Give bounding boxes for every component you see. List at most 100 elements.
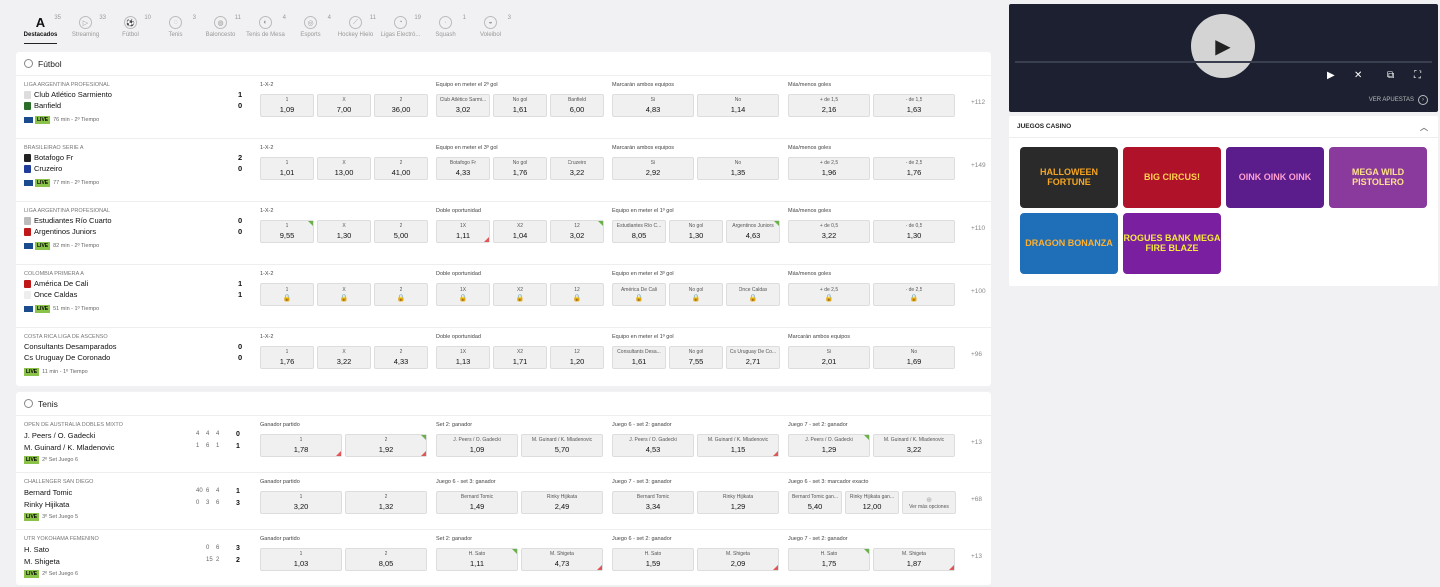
odds-button[interactable]: 12 🔒 bbox=[550, 283, 604, 306]
sport-tab-hockey-hielo[interactable]: ⟋ Hockey Hielo 11 bbox=[333, 0, 378, 48]
more-markets-link[interactable]: +13 bbox=[971, 439, 982, 446]
odds-button[interactable]: + de 2,5 🔒 bbox=[788, 283, 870, 306]
odds-button[interactable]: M. Guinard / K. Mladenovic 1,15 bbox=[697, 434, 779, 457]
mute-icon[interactable]: ✕ bbox=[1354, 70, 1362, 81]
odds-button[interactable]: Rinky Hijikata 2,49 bbox=[521, 491, 603, 514]
odds-button[interactable]: No gol 1,61 bbox=[493, 94, 547, 117]
casino-game-tile[interactable]: DRAGON BONANZA bbox=[1020, 213, 1118, 274]
player-1[interactable]: J. Peers / O. Gadecki bbox=[24, 431, 95, 440]
video-progress-bar[interactable] bbox=[1015, 61, 1432, 63]
odds-button[interactable]: X 7,00 bbox=[317, 94, 371, 117]
sport-tab-streaming[interactable]: ▷ Streaming 33 bbox=[63, 0, 108, 48]
odds-button[interactable]: M. Shigeta 4,73 bbox=[521, 548, 603, 571]
odds-button[interactable]: M. Shigeta 1,87 bbox=[873, 548, 955, 571]
odds-button[interactable]: 1 🔒 bbox=[260, 283, 314, 306]
chevron-up-icon[interactable]: ︿ bbox=[1420, 122, 1428, 133]
odds-button[interactable]: M. Guinard / K. Mladenovic 5,70 bbox=[521, 434, 603, 457]
away-team[interactable]: Banfield bbox=[24, 101, 61, 110]
odds-button[interactable]: 2 🔒 bbox=[374, 283, 428, 306]
odds-button[interactable]: 2 36,00 bbox=[374, 94, 428, 117]
odds-button[interactable]: X2 🔒 bbox=[493, 283, 547, 306]
odds-button[interactable]: Cruzeiro 3,22 bbox=[550, 157, 604, 180]
odds-button[interactable]: 2 1,32 bbox=[345, 491, 427, 514]
odds-button[interactable]: No gol 7,55 bbox=[669, 346, 723, 369]
odds-button[interactable]: J. Peers / O. Gadecki 4,53 bbox=[612, 434, 694, 457]
odds-button[interactable]: + de 2,5 1,96 bbox=[788, 157, 870, 180]
odds-button[interactable]: - de 1,5 1,63 bbox=[873, 94, 955, 117]
sport-tab-tenis[interactable]: ◌ Tenis 3 bbox=[153, 0, 198, 48]
ver-apuestas-link[interactable]: VER APUESTAS › bbox=[1369, 95, 1428, 105]
video-player[interactable]: ▶ ▶ ✕ ⧉ ⛶ VER APUESTAS › bbox=[1009, 4, 1438, 112]
sport-tab-destacados[interactable]: A Destacados 35 bbox=[18, 0, 63, 48]
odds-button[interactable]: X 1,30 bbox=[317, 220, 371, 243]
odds-button[interactable]: 1 1,03 bbox=[260, 548, 342, 571]
odds-button[interactable]: Bernard Tomic 3,34 bbox=[612, 491, 694, 514]
odds-button[interactable]: 2 1,92 bbox=[345, 434, 427, 457]
odds-button[interactable]: 2 5,00 bbox=[374, 220, 428, 243]
home-team[interactable]: América De Cali bbox=[24, 279, 88, 288]
odds-button[interactable]: No 1,14 bbox=[697, 94, 779, 117]
odds-button[interactable]: No gol 1,30 bbox=[669, 220, 723, 243]
player-2[interactable]: Rinky Hijikata bbox=[24, 500, 69, 509]
odds-button[interactable]: Botafogo Fr 4,33 bbox=[436, 157, 490, 180]
odds-button[interactable]: M. Shigeta 2,09 bbox=[697, 548, 779, 571]
odds-button[interactable]: Rinky Hijikata 1,29 bbox=[697, 491, 779, 514]
home-team[interactable]: Consultants Desamparados bbox=[24, 342, 117, 351]
player-2[interactable]: M. Shigeta bbox=[24, 557, 60, 566]
odds-button[interactable]: - de 2,5 🔒 bbox=[873, 283, 955, 306]
odds-button[interactable]: Sí 2,01 bbox=[788, 346, 870, 369]
odds-button[interactable]: 1 1,78 bbox=[260, 434, 342, 457]
odds-button[interactable]: ⊕ Ver más opciones bbox=[902, 491, 956, 514]
odds-button[interactable]: X 3,22 bbox=[317, 346, 371, 369]
play-icon[interactable]: ▶ bbox=[1191, 14, 1255, 78]
odds-button[interactable]: Bernard Tomic 1,49 bbox=[436, 491, 518, 514]
sport-tab-squash[interactable]: · Squash 1 bbox=[423, 0, 468, 48]
play-small-icon[interactable]: ▶ bbox=[1327, 70, 1335, 81]
odds-button[interactable]: 12 1,20 bbox=[550, 346, 604, 369]
sport-tab-esports[interactable]: ◎ Esports 4 bbox=[288, 0, 333, 48]
odds-button[interactable]: H. Sato 1,75 bbox=[788, 548, 870, 571]
odds-button[interactable]: J. Peers / O. Gadecki 1,29 bbox=[788, 434, 870, 457]
more-markets-link[interactable]: +68 bbox=[971, 496, 982, 503]
away-team[interactable]: Cs Uruguay De Coronado bbox=[24, 353, 110, 362]
more-markets-link[interactable]: +13 bbox=[971, 553, 982, 560]
odds-button[interactable]: 2 41,00 bbox=[374, 157, 428, 180]
home-team[interactable]: Botafogo Fr bbox=[24, 153, 73, 162]
odds-button[interactable]: Rinky Hijikata gan... 12,00 bbox=[845, 491, 899, 514]
casino-game-tile[interactable]: OINK OINK OINK bbox=[1226, 147, 1324, 208]
odds-button[interactable]: No 1,69 bbox=[873, 346, 955, 369]
odds-button[interactable]: H. Sato 1,59 bbox=[612, 548, 694, 571]
odds-button[interactable]: 1 1,01 bbox=[260, 157, 314, 180]
odds-button[interactable]: 1X 🔒 bbox=[436, 283, 490, 306]
player-1[interactable]: Bernard Tomic bbox=[24, 488, 72, 497]
odds-button[interactable]: - de 2,5 1,76 bbox=[873, 157, 955, 180]
player-1[interactable]: H. Sato bbox=[24, 545, 49, 554]
odds-button[interactable]: Sí 2,92 bbox=[612, 157, 694, 180]
more-markets-link[interactable]: +112 bbox=[971, 99, 985, 106]
odds-button[interactable]: J. Peers / O. Gadecki 1,09 bbox=[436, 434, 518, 457]
odds-button[interactable]: X2 1,71 bbox=[493, 346, 547, 369]
odds-button[interactable]: Consultants Desa... 1,61 bbox=[612, 346, 666, 369]
sport-tab-ligas-electr-[interactable]: ◔ Ligas Electró... 19 bbox=[378, 0, 423, 48]
player-2[interactable]: M. Guinard / K. Mladenovic bbox=[24, 443, 114, 452]
odds-button[interactable]: 12 3,02 bbox=[550, 220, 604, 243]
more-markets-link[interactable]: +100 bbox=[971, 288, 986, 295]
odds-button[interactable]: H. Sato 1,11 bbox=[436, 548, 518, 571]
odds-button[interactable]: Banfield 6,00 bbox=[550, 94, 604, 117]
away-team[interactable]: Cruzeiro bbox=[24, 164, 62, 173]
odds-button[interactable]: + de 0,5 3,22 bbox=[788, 220, 870, 243]
odds-button[interactable]: No gol 🔒 bbox=[669, 283, 723, 306]
casino-header[interactable]: JUEGOS CASINO ︿ bbox=[1009, 116, 1438, 138]
odds-button[interactable]: 1 9,55 bbox=[260, 220, 314, 243]
more-markets-link[interactable]: +110 bbox=[971, 225, 985, 232]
odds-button[interactable]: X 🔒 bbox=[317, 283, 371, 306]
home-team[interactable]: Club Atlético Sarmiento bbox=[24, 90, 112, 99]
odds-button[interactable]: Bernard Tomic gan... 5,40 bbox=[788, 491, 842, 514]
more-markets-link[interactable]: +149 bbox=[971, 162, 986, 169]
odds-button[interactable]: Sí 4,83 bbox=[612, 94, 694, 117]
odds-button[interactable]: Argentinos Juniors 4,63 bbox=[726, 220, 780, 243]
pip-icon[interactable]: ⧉ bbox=[1387, 70, 1394, 81]
odds-button[interactable]: Cs Uruguay De Co... 2,71 bbox=[726, 346, 780, 369]
odds-button[interactable]: No 1,35 bbox=[697, 157, 779, 180]
away-team[interactable]: Once Caldas bbox=[24, 290, 77, 299]
